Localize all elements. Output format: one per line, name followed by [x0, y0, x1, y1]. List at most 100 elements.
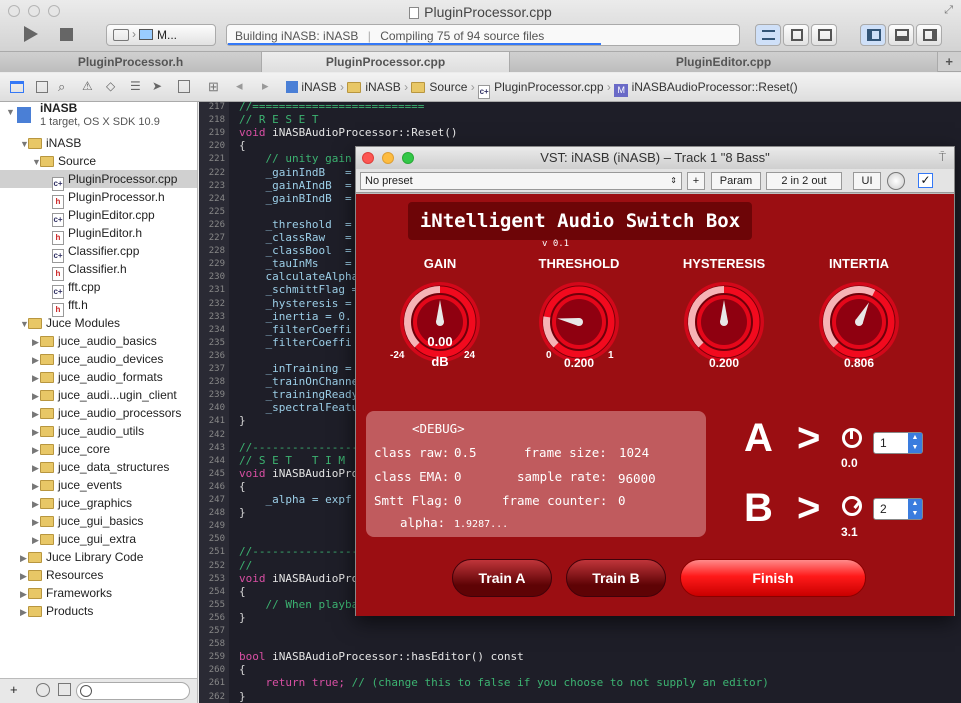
pin-icon[interactable]: ⍑ — [939, 150, 946, 165]
group-inasb[interactable]: ▼ iNASB — [0, 134, 197, 153]
standard-editor-button[interactable] — [755, 24, 781, 46]
file-fft-h[interactable]: h fft.h — [0, 296, 197, 317]
sidebar-item-juce-gui-basics[interactable]: ▶ juce_gui_basics — [0, 512, 197, 531]
disclosure-open-icon[interactable]: ▼ — [20, 315, 29, 333]
disclosure-closed-icon[interactable]: ▶ — [32, 369, 40, 387]
project-root[interactable]: ▼ iNASB 1 target, OS X SDK 10.9 — [0, 102, 197, 134]
disclosure-closed-icon[interactable]: ▶ — [32, 405, 40, 423]
disclosure-closed-icon[interactable]: ▶ — [32, 387, 40, 405]
add-icon[interactable]: + — [10, 682, 18, 697]
sidebar-item-juce-audio-processors[interactable]: ▶ juce_audio_processors — [0, 404, 197, 423]
forward-icon[interactable]: ▸ — [262, 78, 269, 94]
group-products[interactable]: ▶ Products — [0, 602, 197, 621]
sidebar-item-juce-audio-devices[interactable]: ▶ juce_audio_devices — [0, 350, 197, 369]
test-navigator-icon[interactable]: ◇ — [106, 79, 115, 93]
disclosure-closed-icon[interactable]: ▶ — [32, 423, 40, 441]
add-tab-button[interactable]: + — [945, 54, 953, 69]
disclosure-closed-icon[interactable]: ▶ — [20, 549, 28, 567]
back-icon[interactable]: ◂ — [236, 78, 243, 94]
disclosure-closed-icon[interactable]: ▶ — [20, 603, 28, 621]
recent-files-icon[interactable] — [36, 683, 50, 697]
breadcrumb-group[interactable]: iNASB — [365, 80, 400, 94]
preset-select[interactable]: No preset ⇕ — [360, 172, 682, 190]
sidebar-item-juce-audio-utils[interactable]: ▶ juce_audio_utils — [0, 422, 197, 441]
zoom-window-button[interactable] — [402, 152, 414, 164]
ui-button[interactable]: UI — [853, 172, 881, 190]
sidebar-item-juce-core[interactable]: ▶ juce_core — [0, 440, 197, 459]
finish-button[interactable]: Finish — [680, 559, 866, 597]
group-frameworks[interactable]: ▶ Frameworks — [0, 584, 197, 603]
unsaved-filter-icon[interactable] — [58, 683, 71, 696]
disclosure-closed-icon[interactable]: ▶ — [32, 513, 40, 531]
group-resources[interactable]: ▶ Resources — [0, 566, 197, 585]
file-classifier-cpp[interactable]: c+ Classifier.cpp — [0, 242, 197, 263]
tab-pluginprocessor-h[interactable]: PluginProcessor.h — [0, 52, 262, 72]
hysteresis-knob[interactable] — [684, 282, 764, 362]
breadcrumb-method[interactable]: iNASBAudioProcessor::Reset() — [632, 80, 798, 94]
disclosure-closed-icon[interactable]: ▶ — [32, 531, 40, 549]
issue-navigator-icon[interactable]: ⚠ — [82, 79, 93, 93]
breadcrumb-source[interactable]: Source — [429, 80, 467, 94]
disclosure-closed-icon[interactable]: ▶ — [32, 477, 40, 495]
symbol-navigator-icon[interactable] — [36, 81, 48, 93]
breadcrumb-project[interactable]: iNASB — [301, 80, 336, 94]
disclosure-closed-icon[interactable]: ▶ — [20, 567, 28, 585]
train-a-button[interactable]: Train A — [452, 559, 552, 597]
sidebar-item-juce-graphics[interactable]: ▶ juce_graphics — [0, 494, 197, 513]
disclosure-closed-icon[interactable]: ▶ — [32, 459, 40, 477]
breakpoint-navigator-icon[interactable]: ➤ — [152, 79, 162, 93]
enable-checkbox[interactable]: ✓ — [918, 173, 933, 188]
disclosure-closed-icon[interactable]: ▶ — [32, 495, 40, 513]
navigator-toggle-button[interactable] — [860, 24, 886, 46]
file-plugineditor-h[interactable]: h PluginEditor.h — [0, 224, 197, 245]
sidebar-item-juce-audi-ugin-client[interactable]: ▶ juce_audi...ugin_client — [0, 386, 197, 405]
stop-button[interactable] — [60, 28, 73, 41]
param-button[interactable]: Param — [711, 172, 761, 190]
disclosure-closed-icon[interactable]: ▶ — [32, 333, 40, 351]
tab-plugineditor-cpp[interactable]: PluginEditor.cpp — [510, 52, 938, 72]
channel-a-select[interactable]: 1 ▲ ▼ — [873, 432, 923, 454]
project-navigator-icon[interactable] — [10, 81, 24, 93]
scheme-selector[interactable]: › M... — [106, 24, 216, 46]
disclosure-closed-icon[interactable]: ▶ — [32, 351, 40, 369]
find-navigator-icon[interactable]: ⌕ — [58, 79, 65, 95]
version-editor-button[interactable] — [811, 24, 837, 46]
tab-pluginprocessor-cpp[interactable]: PluginProcessor.cpp — [262, 52, 510, 72]
group-source[interactable]: ▼ Source — [0, 152, 197, 171]
file-plugineditor-cpp[interactable]: c+ PluginEditor.cpp — [0, 206, 197, 227]
file-pluginprocessor-h[interactable]: h PluginProcessor.h — [0, 188, 197, 209]
file-fft-cpp[interactable]: c+ fft.cpp — [0, 278, 197, 299]
stepper-arrows-icon[interactable]: ▲ ▼ — [908, 433, 922, 453]
assistant-editor-button[interactable] — [783, 24, 809, 46]
sidebar-item-juce-audio-basics[interactable]: ▶ juce_audio_basics — [0, 332, 197, 351]
disclosure-closed-icon[interactable]: ▶ — [20, 585, 28, 603]
debug-navigator-icon[interactable]: ☰ — [130, 79, 141, 93]
log-navigator-icon[interactable] — [178, 80, 190, 93]
inertia-knob[interactable] — [819, 282, 899, 362]
add-preset-button[interactable]: + — [687, 172, 705, 190]
minimize-window-button[interactable] — [382, 152, 394, 164]
sidebar-item-juce-events[interactable]: ▶ juce_events — [0, 476, 197, 495]
sidebar-item-juce-audio-formats[interactable]: ▶ juce_audio_formats — [0, 368, 197, 387]
fullscreen-icon[interactable]: ⤢ — [944, 4, 953, 17]
channel-b-gain-knob[interactable] — [842, 496, 862, 516]
disclosure-open-icon[interactable]: ▼ — [32, 153, 41, 171]
group-juce-library-code[interactable]: ▶ Juce Library Code — [0, 548, 197, 567]
wet-knob-icon[interactable] — [887, 172, 905, 190]
stepper-arrows-icon[interactable]: ▲ ▼ — [908, 499, 922, 519]
disclosure-closed-icon[interactable]: ▶ — [32, 441, 40, 459]
channel-b-select[interactable]: 2 ▲ ▼ — [873, 498, 923, 520]
channel-a-gain-knob[interactable] — [842, 428, 862, 448]
file-pluginprocessor-cpp[interactable]: c+ PluginProcessor.cpp — [0, 170, 197, 191]
disclosure-open-icon[interactable]: ▼ — [20, 135, 29, 153]
file-classifier-h[interactable]: h Classifier.h — [0, 260, 197, 281]
close-window-button[interactable] — [362, 152, 374, 164]
debug-area-toggle-button[interactable] — [888, 24, 914, 46]
io-button[interactable]: 2 in 2 out — [766, 172, 842, 190]
sidebar-item-juce-gui-extra[interactable]: ▶ juce_gui_extra — [0, 530, 197, 549]
utilities-toggle-button[interactable] — [916, 24, 942, 46]
group-juce-modules[interactable]: ▼ Juce Modules — [0, 314, 197, 333]
run-button[interactable] — [24, 26, 38, 42]
train-b-button[interactable]: Train B — [566, 559, 666, 597]
disclosure-open-icon[interactable]: ▼ — [6, 103, 15, 121]
